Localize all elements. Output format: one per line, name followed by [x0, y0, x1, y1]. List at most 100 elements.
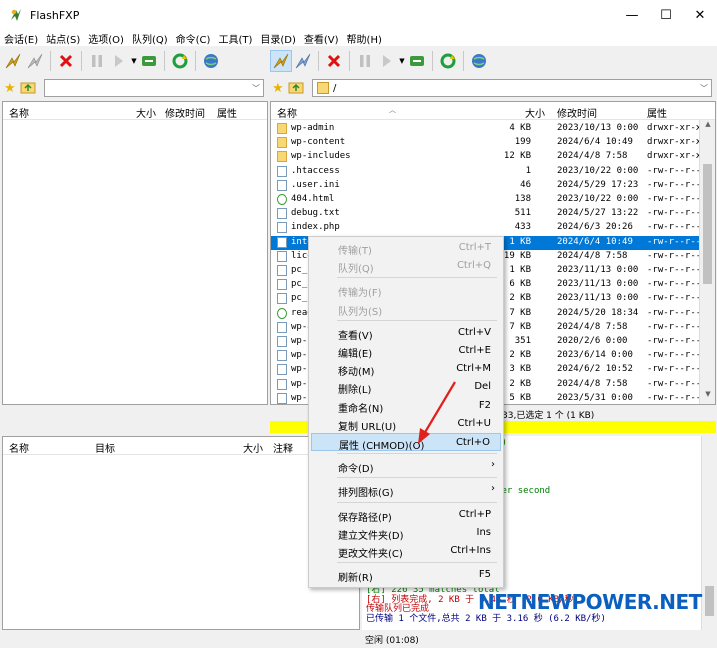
queue-panel[interactable]: 名称 目标 大小 注释	[2, 436, 360, 630]
context-menu-item[interactable]: 排列图标(G) ›	[311, 481, 501, 499]
menu-queue[interactable]: 队列(Q)	[128, 31, 172, 46]
local-status-bar-2	[2, 421, 268, 433]
file-icon	[277, 222, 287, 234]
context-menu-item[interactable]: 复制 URL(U) Ctrl+U	[311, 415, 501, 433]
local-path-combo[interactable]: ﹀	[44, 79, 264, 97]
remote-globe-icon[interactable]	[468, 50, 490, 72]
table-row[interactable]: wp-content 199 2024/6/4 10:49 drwxr-xr-x	[271, 136, 701, 150]
minimize-button[interactable]: —	[615, 0, 649, 30]
scroll-down-icon[interactable]: ▼	[700, 390, 715, 404]
file-icon	[277, 250, 287, 262]
menu-view[interactable]: 查看(V)	[300, 31, 343, 46]
file-icon	[277, 378, 287, 390]
folder-icon	[277, 123, 287, 134]
table-row[interactable]: wp-admin 4 KB 2023/10/13 0:00 drwxr-xr-x	[271, 122, 701, 136]
context-menu-item[interactable]: 更改文件夹(C) Ctrl+Ins	[311, 542, 501, 560]
log-scrollbar[interactable]	[701, 436, 717, 630]
menu-session[interactable]: 会话(E)	[0, 31, 42, 46]
pause-icon[interactable]	[86, 50, 108, 72]
transfer-dropdown-icon[interactable]: ▼	[130, 57, 138, 65]
close-button[interactable]: ✕	[683, 0, 717, 30]
context-menu-item[interactable]: 队列为(S)	[311, 300, 501, 318]
menu-sites[interactable]: 站点(S)	[42, 31, 84, 46]
local-path-dropdown-icon[interactable]: ﹀	[252, 83, 260, 94]
file-icon	[277, 208, 287, 220]
queue-col-name[interactable]: 名称	[9, 440, 29, 455]
table-row[interactable]: .htaccess 1 2023/10/22 0:00 -rw-r--r--	[271, 165, 701, 179]
queue-col-size[interactable]: 大小	[243, 440, 263, 455]
remote-star-icon[interactable]: ★	[272, 81, 288, 96]
remote-scrollbar[interactable]: ▲ ▼	[699, 120, 715, 404]
remote-col-name[interactable]: 名称	[277, 105, 297, 120]
context-menu-item[interactable]: 删除(L) Del	[311, 378, 501, 396]
context-menu-item[interactable]: 移动(M) Ctrl+M	[311, 360, 501, 378]
scroll-thumb[interactable]	[703, 164, 712, 284]
local-col-attr[interactable]: 属性	[217, 105, 237, 120]
local-file-list[interactable]: 名称 大小 修改时间 属性	[2, 101, 268, 405]
queue-col-note[interactable]: 注释	[273, 440, 293, 455]
remote-folder-icon	[317, 82, 329, 94]
context-menu-item[interactable]: 传输为(F)	[311, 281, 501, 299]
remote-refresh-icon[interactable]	[437, 50, 459, 72]
local-status-bar	[2, 406, 268, 422]
menu-options[interactable]: 选项(O)	[84, 31, 128, 46]
remote-col-size[interactable]: 大小	[525, 105, 545, 120]
file-modified: 2023/10/22 0:00	[557, 194, 639, 204]
maximize-button[interactable]: ☐	[649, 0, 683, 30]
context-menu-item[interactable]: 命令(D) ›	[311, 457, 501, 475]
context-menu-item[interactable]: 队列(Q) Ctrl+Q	[311, 257, 501, 275]
context-menu-item[interactable]: 属性 (CHMOD)(O) Ctrl+O	[311, 433, 501, 452]
table-row[interactable]: wp-includes 12 KB 2024/4/8 7:58 drwxr-xr-x	[271, 150, 701, 164]
transfer-queue-icon[interactable]	[138, 50, 160, 72]
remote-transfer-queue-icon[interactable]	[406, 50, 428, 72]
remote-folder-up-icon[interactable]	[288, 80, 312, 97]
remote-col-attr[interactable]: 属性	[647, 105, 667, 120]
table-row[interactable]: debug.txt 511 2024/5/27 13:22 -rw-r--r--	[271, 207, 701, 221]
menu-directory[interactable]: 目录(D)	[256, 31, 300, 46]
menu-tools[interactable]: 工具(T)	[214, 31, 256, 46]
local-star-icon[interactable]: ★	[4, 81, 20, 96]
remote-pause-icon[interactable]	[354, 50, 376, 72]
remote-path-combo[interactable]: / ﹀	[312, 79, 712, 97]
context-menu-item[interactable]: 保存路径(P) Ctrl+P	[311, 506, 501, 524]
remote-path-dropdown-icon[interactable]: ﹀	[700, 83, 708, 94]
remote-path-text: /	[333, 82, 337, 94]
table-row[interactable]: index.php 433 2024/6/3 20:26 -rw-r--r--	[271, 221, 701, 235]
refresh-icon[interactable]	[169, 50, 191, 72]
file-icon	[277, 321, 287, 333]
remote-abort-red-x-icon[interactable]	[323, 50, 345, 72]
abort-red-x-icon[interactable]	[55, 50, 77, 72]
menu-separator	[337, 562, 497, 564]
remote-connect-icon[interactable]	[270, 50, 292, 72]
context-menu-shortcut: Ctrl+Q	[456, 260, 491, 272]
context-menu-item[interactable]: 重命名(N) F2	[311, 397, 501, 415]
transfer-icon[interactable]	[108, 50, 130, 72]
connect-icon[interactable]	[2, 50, 24, 72]
local-folder-up-icon[interactable]	[20, 80, 44, 97]
file-attr: -rw-r--r--	[647, 250, 702, 261]
file-icon	[277, 165, 287, 177]
disconnect-icon[interactable]	[24, 50, 46, 72]
local-col-modified[interactable]: 修改时间	[165, 105, 205, 120]
local-col-size[interactable]: 大小	[136, 105, 156, 120]
context-menu-item[interactable]: 编辑(E) Ctrl+E	[311, 342, 501, 360]
remote-disconnect-icon[interactable]	[292, 50, 314, 72]
table-row[interactable]: .user.ini 46 2024/5/29 17:23 -rw-r--r--	[271, 179, 701, 193]
menu-help[interactable]: 帮助(H)	[343, 31, 386, 46]
context-menu-label: 建立文件夹(D)	[338, 530, 404, 542]
context-menu-item[interactable]: 传输(T) Ctrl+T	[311, 239, 501, 257]
context-menu-item[interactable]: 建立文件夹(D) Ins	[311, 524, 501, 542]
table-row[interactable]: 404.html 138 2023/10/22 0:00 -rw-r--r--	[271, 193, 701, 207]
remote-transfer-dropdown-icon[interactable]: ▼	[398, 57, 406, 65]
context-menu-item[interactable]: 查看(V) Ctrl+V	[311, 324, 501, 342]
menu-commands[interactable]: 命令(C)	[172, 31, 215, 46]
globe-icon[interactable]	[200, 50, 222, 72]
remote-transfer-icon[interactable]	[376, 50, 398, 72]
file-icon	[277, 265, 287, 276]
log-scroll-thumb[interactable]	[705, 586, 714, 616]
remote-col-modified[interactable]: 修改时间	[557, 105, 597, 120]
scroll-up-icon[interactable]: ▲	[700, 120, 715, 134]
local-col-name[interactable]: 名称	[9, 105, 29, 120]
queue-col-target[interactable]: 目标	[95, 440, 115, 455]
context-menu-item[interactable]: 刷新(R) F5	[311, 566, 501, 584]
